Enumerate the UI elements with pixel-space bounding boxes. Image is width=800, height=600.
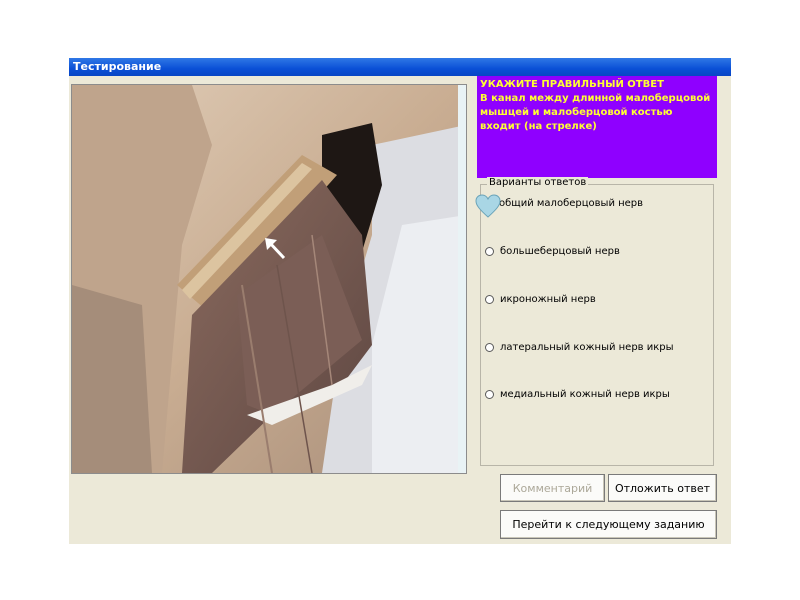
test-window: Тестирование УКАЖИТЕ ПРАВИЛЬНЫЙ ОТВЕТ В … <box>69 58 731 544</box>
radio-button[interactable] <box>485 294 494 304</box>
answer-option-label: медиальный кожный нерв икры <box>500 388 670 400</box>
question-text: В канал между длинной малоберцовой мышце… <box>480 93 711 132</box>
answer-option[interactable]: латеральный кожный нерв икры <box>485 338 674 356</box>
radio-button[interactable] <box>485 389 494 399</box>
question-heading: УКАЖИТЕ ПРАВИЛЬНЫЙ ОТВЕТ <box>480 79 664 90</box>
title-bar: Тестирование <box>69 58 731 76</box>
next-task-button[interactable]: Перейти к следующему заданию <box>500 510 717 539</box>
radio-button[interactable] <box>485 246 494 256</box>
anatomy-photo <box>72 85 466 473</box>
answer-option[interactable]: медиальный кожный нерв икры <box>485 385 670 403</box>
comment-button[interactable]: Комментарий <box>500 474 605 502</box>
answer-option-label: латеральный кожный нерв икры <box>500 341 674 353</box>
heart-icon[interactable] <box>475 194 501 218</box>
anatomy-image <box>71 84 467 474</box>
answer-option-label: большеберцовый нерв <box>500 245 620 257</box>
answers-legend: Варианты ответов <box>487 177 589 188</box>
answer-option-label: общий малоберцовый нерв <box>499 197 644 209</box>
answer-option-label: икроножный нерв <box>500 293 596 305</box>
answers-group: Варианты ответов общий малоберцовый нерв… <box>480 177 714 466</box>
answer-option[interactable]: большеберцовый нерв <box>485 242 620 260</box>
radio-button[interactable] <box>485 342 494 352</box>
window-title: Тестирование <box>73 60 162 73</box>
postpone-answer-button[interactable]: Отложить ответ <box>608 474 717 502</box>
answer-option[interactable]: общий малоберцовый нерв <box>486 194 643 212</box>
answer-option[interactable]: икроножный нерв <box>485 290 596 308</box>
question-panel: УКАЖИТЕ ПРАВИЛЬНЫЙ ОТВЕТ В канал между д… <box>477 76 717 178</box>
